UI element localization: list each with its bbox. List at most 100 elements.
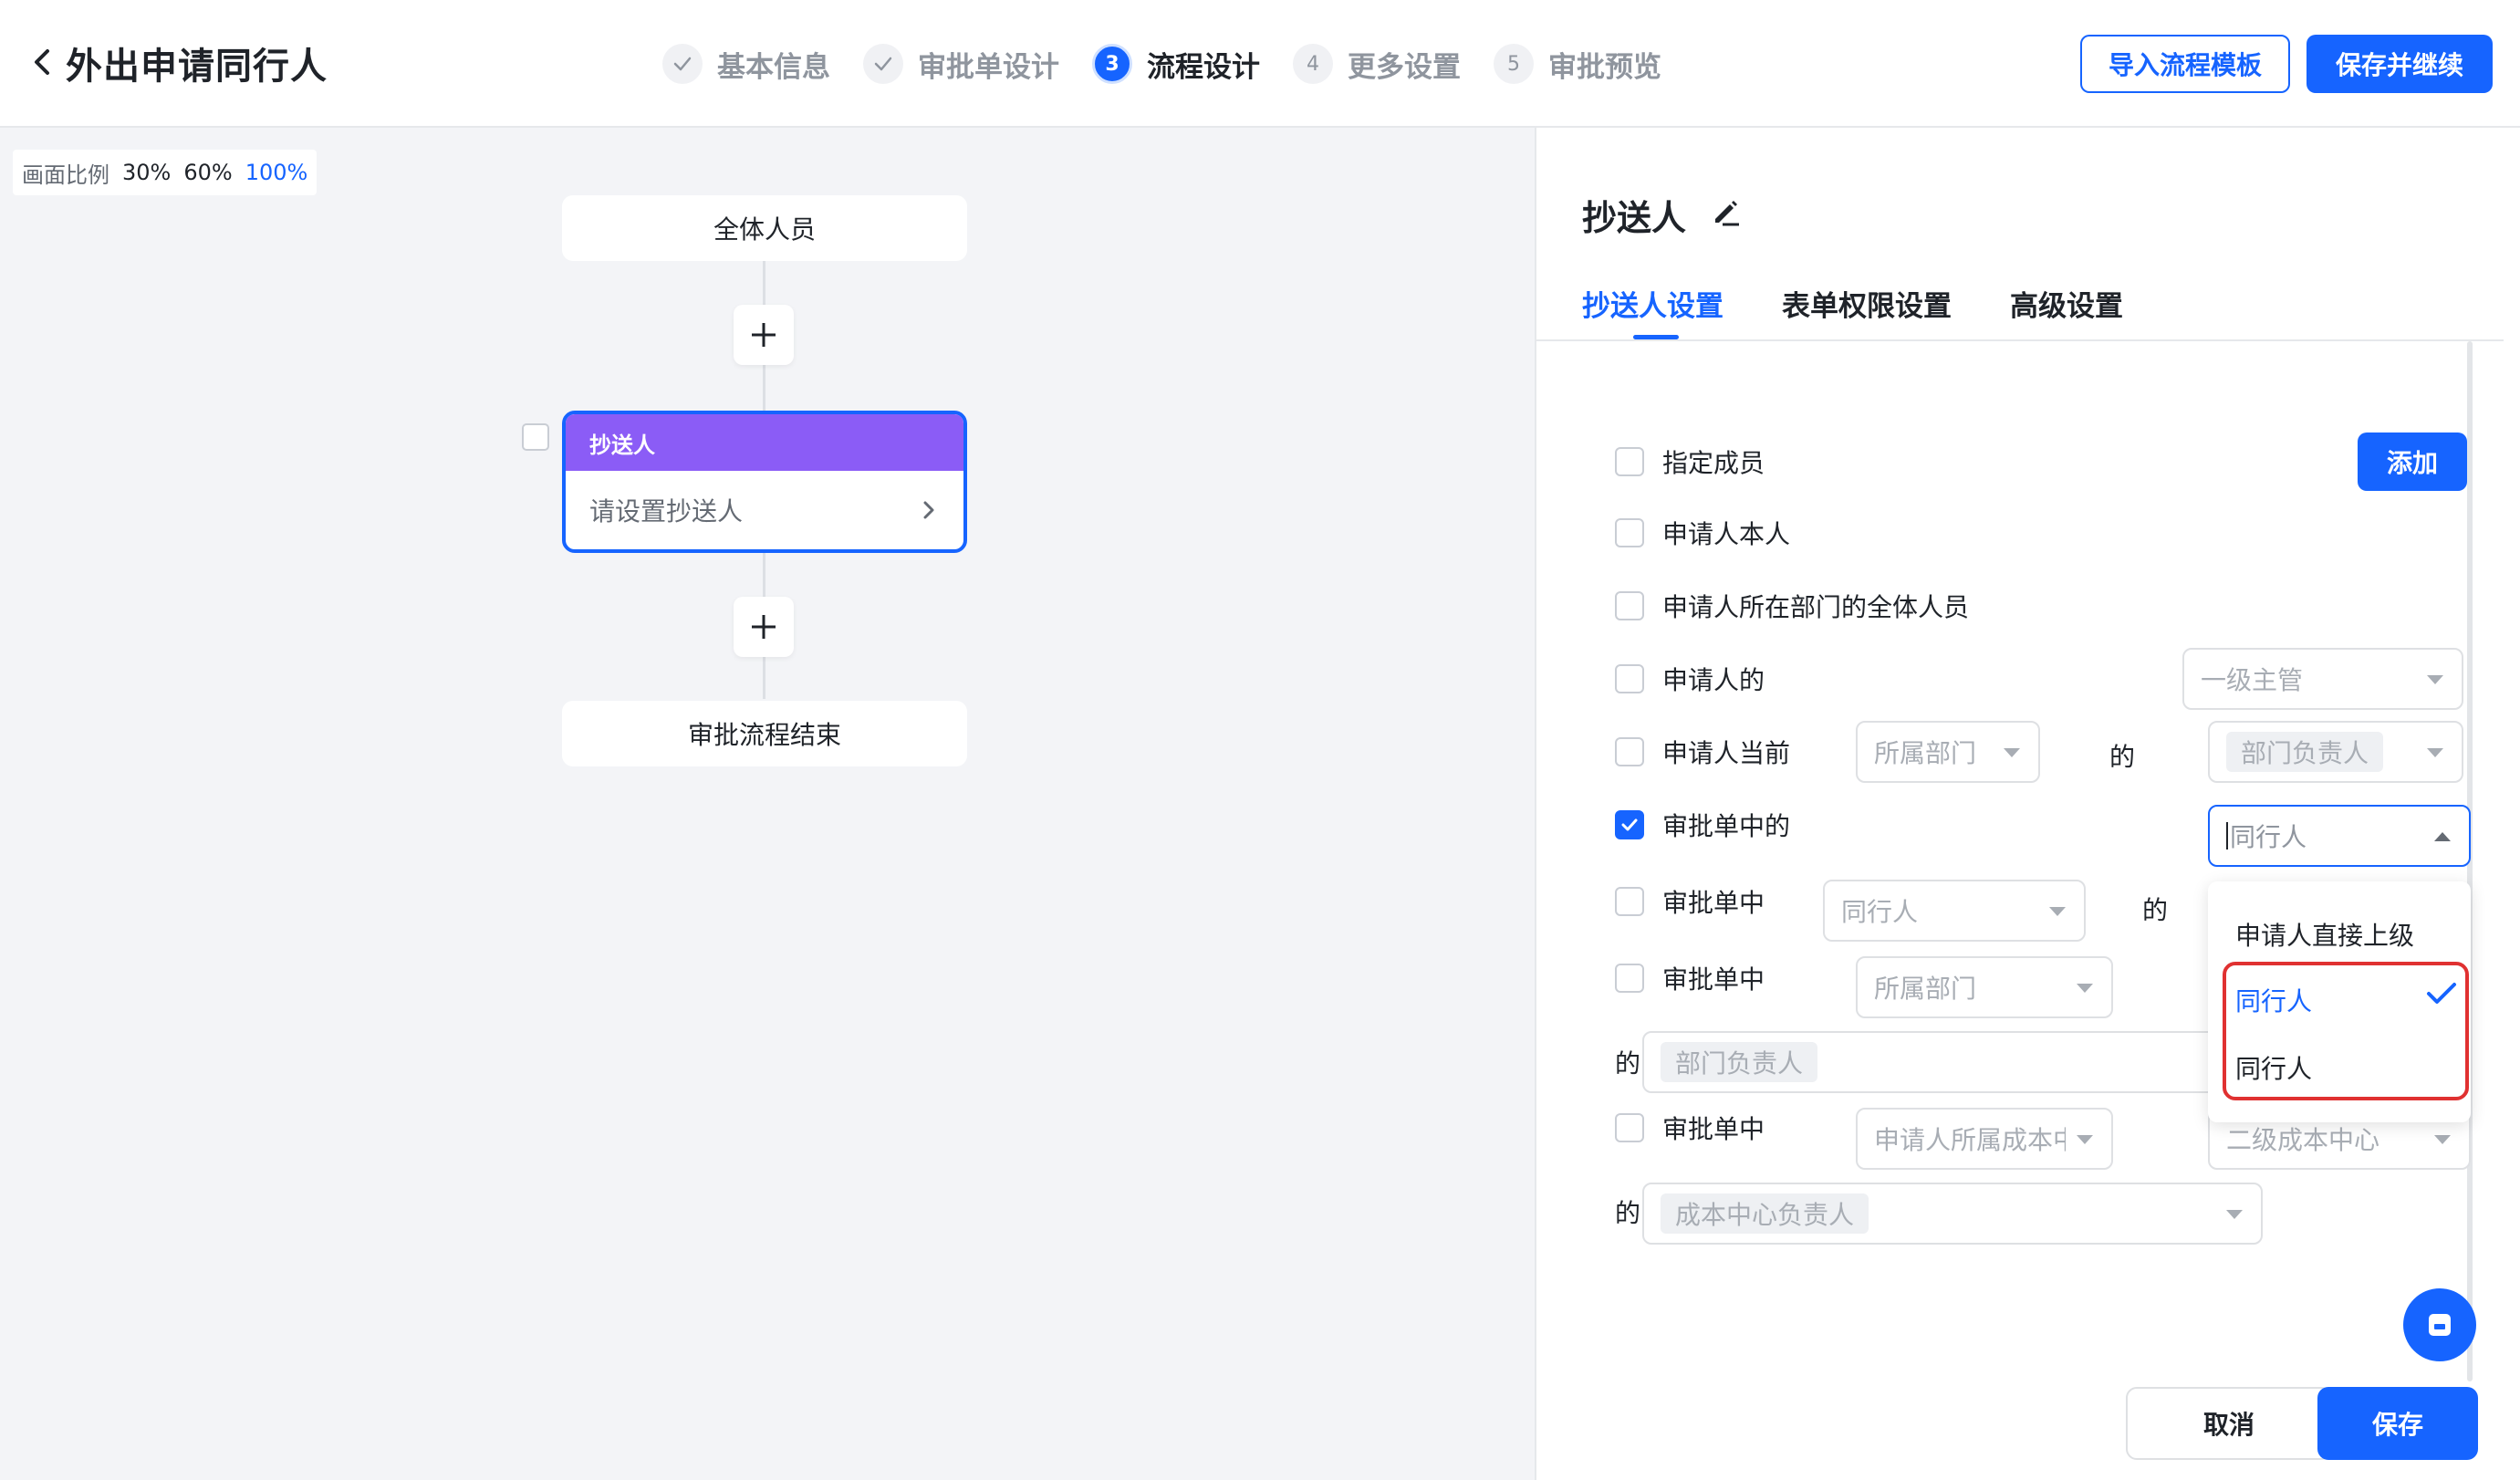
- checkbox[interactable]: [1615, 887, 1644, 916]
- text-cursor: [2226, 822, 2228, 849]
- add-member-button[interactable]: 添加: [2358, 433, 2467, 491]
- department-head-select[interactable]: 部门负责人: [2208, 721, 2463, 783]
- check-icon: [1621, 818, 1638, 831]
- cost-center-field-select[interactable]: 申请人所属成本中: [1856, 1108, 2113, 1170]
- checkbox[interactable]: [1615, 964, 1644, 993]
- caret-down-icon: [2427, 675, 2443, 684]
- save-button[interactable]: 保存: [2317, 1387, 2478, 1460]
- step-number: 3: [1092, 44, 1132, 84]
- select-value: 二级成本中心: [2226, 1125, 2380, 1155]
- form-department-select[interactable]: 所属部门: [1856, 956, 2113, 1018]
- checkbox-checked[interactable]: [1615, 810, 1644, 839]
- step-basic-info[interactable]: 基本信息: [662, 44, 830, 85]
- option-applicant-department-all: 申请人所在部门的全体人员: [1615, 588, 1969, 624]
- caret-down-icon: [2427, 748, 2443, 757]
- cc-node-placeholder: 请设置抄送人: [589, 496, 744, 526]
- zoom-100[interactable]: 100%: [245, 160, 308, 185]
- start-node[interactable]: 全体人员: [562, 195, 967, 261]
- option-form-field: 审批单中的: [1615, 807, 1790, 843]
- checkbox[interactable]: [1615, 1113, 1644, 1142]
- select-value: 所属部门: [1874, 974, 1977, 1004]
- option-form-cost-center: 审批单中: [1615, 1110, 1765, 1146]
- form-department-head-select[interactable]: 部门负责人: [1642, 1031, 2263, 1093]
- caret-down-icon: [2004, 748, 2020, 757]
- chevron-right-icon: [923, 501, 934, 519]
- step-number: 5: [1494, 44, 1534, 84]
- checkbox[interactable]: [1615, 447, 1644, 476]
- add-node-button[interactable]: [734, 597, 794, 657]
- caret-down-icon: [2434, 1135, 2451, 1144]
- tab-advanced[interactable]: 高级设置: [2010, 283, 2123, 339]
- option-label: 申请人当前: [1662, 738, 1791, 768]
- zoom-60[interactable]: 60%: [183, 160, 232, 185]
- step-form-design[interactable]: 审批单设计: [863, 44, 1059, 85]
- select-value: 所属部门: [1874, 738, 1977, 768]
- option-label: 审批单中: [1662, 964, 1765, 995]
- add-node-button[interactable]: [734, 305, 794, 365]
- caret-down-icon: [2077, 1135, 2093, 1144]
- option-label: 申请人的: [1662, 665, 1765, 695]
- step-more-settings[interactable]: 4 更多设置: [1293, 44, 1461, 85]
- select-value: 同行人: [1841, 897, 1919, 927]
- dropdown-item-direct-supervisor[interactable]: 申请人直接上级: [2235, 916, 2414, 953]
- node-select-checkbox[interactable]: [522, 423, 549, 451]
- step-label: 流程设计: [1147, 50, 1260, 84]
- step-flow-design[interactable]: 3 流程设计: [1092, 44, 1260, 85]
- department-select[interactable]: 所属部门: [1856, 721, 2040, 783]
- panel-tabs: 抄送人设置 表单权限设置 高级设置: [1582, 283, 2182, 339]
- tabs-divider: [1536, 339, 2504, 341]
- option-applicant-self: 申请人本人: [1615, 515, 1790, 551]
- save-continue-button[interactable]: 保存并继续: [2307, 35, 2493, 93]
- cc-settings-panel: 抄送人 抄送人设置 表单权限设置 高级设置 指定成员 添加 申请人本人 申请人所…: [1535, 128, 2520, 1480]
- checkbox[interactable]: [1615, 518, 1644, 547]
- option-form-field-department: 审批单中: [1615, 960, 1765, 996]
- help-float-button[interactable]: [2403, 1288, 2476, 1361]
- select-tag: 部门负责人: [2226, 732, 2384, 772]
- edit-icon[interactable]: [1710, 195, 1743, 228]
- step-label: 审批单设计: [918, 50, 1059, 84]
- check-icon: [662, 44, 703, 84]
- cc-node-body: 请设置抄送人: [566, 471, 963, 549]
- end-node: 审批流程结束: [562, 701, 967, 766]
- select-value: 同行人: [2230, 822, 2307, 852]
- zoom-control: 画面比例 30% 60% 100%: [13, 150, 318, 195]
- chat-icon: [2429, 1314, 2451, 1336]
- select-tag: 成本中心负责人: [1661, 1193, 1869, 1234]
- cost-center-head-select[interactable]: 成本中心负责人: [1642, 1183, 2263, 1245]
- option-label: 审批单中: [1662, 1114, 1765, 1144]
- import-template-button[interactable]: 导入流程模板: [2080, 35, 2290, 93]
- caret-down-icon: [2226, 1210, 2243, 1219]
- checkbox[interactable]: [1615, 737, 1644, 766]
- option-label: 申请人本人: [1662, 519, 1791, 549]
- annotation-highlight: [2223, 962, 2469, 1100]
- chevron-left-icon[interactable]: [26, 42, 62, 82]
- zoom-label: 画面比例: [22, 162, 109, 188]
- top-header: 外出申请同行人 基本信息 审批单设计 3 流程设计 4 更多设置 5 审批预览 …: [0, 0, 2520, 128]
- caret-up-icon: [2434, 832, 2451, 841]
- option-label: 指定成员: [1662, 448, 1765, 478]
- check-icon: [863, 44, 903, 84]
- supervisor-level-select[interactable]: 一级主管: [2182, 648, 2463, 710]
- option-label: 审批单中的: [1662, 811, 1791, 841]
- cc-node[interactable]: 抄送人 请设置抄送人: [562, 411, 967, 553]
- option-label: 审批单中: [1662, 888, 1765, 918]
- tab-form-permissions[interactable]: 表单权限设置: [1782, 283, 1952, 339]
- step-number: 4: [1293, 44, 1333, 84]
- option-form-field-relation: 审批单中: [1615, 883, 1765, 920]
- step-label: 基本信息: [717, 50, 830, 84]
- tab-cc-settings[interactable]: 抄送人设置: [1582, 283, 1723, 339]
- option-designated-member: 指定成员: [1615, 443, 1765, 480]
- option-label: 申请人所在部门的全体人员: [1662, 592, 1970, 622]
- checkbox[interactable]: [1615, 591, 1644, 620]
- form-field-person-select[interactable]: 同行人: [1823, 880, 2086, 942]
- form-field-select[interactable]: 同行人: [2208, 805, 2471, 867]
- zoom-30[interactable]: 30%: [122, 160, 171, 185]
- option-applicant-supervisor: 申请人的: [1615, 661, 1765, 697]
- option-applicant-current: 申请人当前: [1615, 734, 1790, 770]
- plus-icon: [752, 615, 776, 639]
- checkbox[interactable]: [1615, 664, 1644, 693]
- step-label: 更多设置: [1348, 50, 1461, 84]
- step-preview[interactable]: 5 审批预览: [1494, 44, 1661, 85]
- select-tag: 部门负责人: [1661, 1042, 1818, 1082]
- cancel-button[interactable]: 取消: [2126, 1387, 2332, 1460]
